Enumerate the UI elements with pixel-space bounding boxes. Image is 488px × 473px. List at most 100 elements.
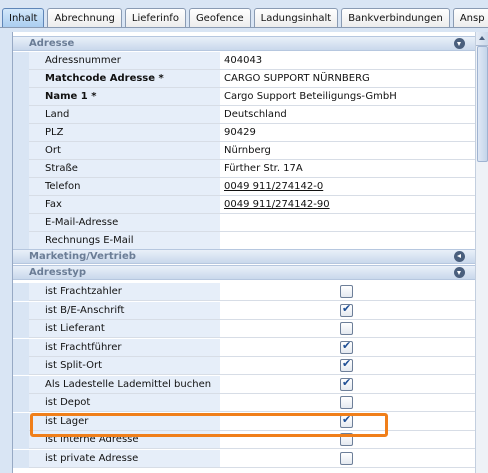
field-label: ist Frachtzahler (29, 283, 236, 300)
field-label: ist B/E-Anschrift (29, 301, 236, 319)
row-gutter (13, 338, 29, 357)
address-row: Name 1 * Cargo Support Beteiligungs-GmbH (13, 88, 476, 106)
checkbox[interactable] (340, 396, 353, 409)
field-label: Land (29, 106, 236, 123)
field-label: Rechnungs E-Mail (29, 232, 236, 249)
row-gutter (13, 449, 29, 468)
adresstyp-row: Als Ladestelle Lademittel buchen (13, 375, 476, 394)
adresstyp-row: ist Frachtführer (13, 338, 476, 357)
adresstyp-row: ist B/E-Anschrift (13, 301, 476, 320)
tab-ladungsinhalt[interactable]: Ladungsinhalt (253, 8, 339, 28)
address-row: Telefon 0049 911/274142-0 (13, 178, 476, 196)
tab-ansprechpartner[interactable]: Ansp (452, 8, 488, 28)
row-gutter (13, 431, 29, 449)
row-gutter (13, 178, 29, 196)
property-grid: Adresse Adressnummer 404043 Matchcode Adre… (12, 32, 476, 473)
checkbox[interactable] (340, 451, 353, 465)
checkbox[interactable] (340, 357, 353, 372)
row-gutter (13, 124, 29, 142)
row-gutter (13, 357, 29, 375)
field-label: E-Mail-Adresse (29, 214, 236, 231)
field-label: Ort (29, 142, 236, 159)
field-label: PLZ (29, 124, 236, 141)
row-gutter (13, 412, 29, 431)
adresstyp-row: ist private Adresse (13, 449, 476, 468)
row-gutter (13, 214, 29, 232)
row-gutter (13, 301, 29, 320)
section-title-adresstyp: Adresstyp (29, 267, 86, 278)
field-label: Adressnummer (29, 52, 236, 69)
address-row: PLZ 90429 (13, 124, 476, 142)
address-row: Fax 0049 911/274142-90 (13, 196, 476, 214)
scroll-up-arrow-icon[interactable] (476, 32, 488, 46)
field-value[interactable]: Fürther Str. 17A (220, 160, 476, 177)
row-gutter (13, 320, 29, 338)
field-value[interactable]: 0049 911/274142-90 (220, 196, 476, 213)
address-row: Adressnummer 404043 (13, 52, 476, 70)
address-row: Land Deutschland (13, 106, 476, 124)
field-value[interactable] (220, 232, 476, 249)
tab-geofence[interactable]: Geofence (188, 8, 251, 28)
row-gutter (13, 88, 29, 106)
row-gutter (13, 160, 29, 178)
field-value[interactable]: Nürnberg (220, 142, 476, 159)
field-label: ist Lieferant (29, 320, 236, 337)
tab-bankverbindungen[interactable]: Bankverbindungen (341, 8, 450, 28)
checkbox[interactable] (340, 339, 353, 354)
section-adresse[interactable]: Adresse (13, 36, 476, 51)
field-label: ist private Adresse (29, 449, 236, 467)
field-value[interactable]: 0049 911/274142-0 (220, 178, 476, 195)
chevron-left-circle-icon[interactable] (454, 251, 465, 262)
field-label: ist Split-Ort (29, 357, 236, 374)
address-row: Straße Fürther Str. 17A (13, 160, 476, 178)
row-gutter (13, 70, 29, 88)
row-gutter (13, 52, 29, 70)
section-marketing[interactable]: Marketing/Vertrieb (13, 249, 476, 264)
section-title-adresse: Adresse (29, 38, 75, 49)
row-gutter (13, 232, 29, 250)
field-label: Fax (29, 196, 236, 213)
field-label: ist Depot (29, 394, 236, 411)
field-value[interactable] (220, 214, 476, 231)
field-value[interactable]: Cargo Support Beteiligungs-GmbH (220, 88, 476, 105)
row-gutter (13, 394, 29, 412)
checkbox[interactable] (340, 322, 353, 335)
row-gutter (13, 142, 29, 160)
tab-bar: Inhalt Abrechnung Lieferinfo Geofence La… (0, 0, 488, 30)
tab-lieferinfo[interactable]: Lieferinfo (124, 8, 186, 28)
checkbox[interactable] (340, 285, 353, 298)
vertical-scrollbar[interactable] (475, 32, 488, 473)
adresstyp-row: ist Lieferant (13, 320, 476, 338)
row-gutter (13, 106, 29, 124)
field-label: Straße (29, 160, 236, 177)
row-gutter (13, 196, 29, 214)
address-row: E-Mail-Adresse (13, 214, 476, 232)
tab-list: Inhalt Abrechnung Lieferinfo Geofence La… (2, 8, 488, 28)
address-row: Ort Nürnberg (13, 142, 476, 160)
row-gutter (13, 375, 29, 394)
section-adresstyp[interactable]: Adresstyp (13, 265, 476, 280)
chevron-down-circle-icon[interactable] (454, 267, 465, 278)
field-label: Als Ladestelle Lademittel buchen (29, 375, 236, 393)
adresstyp-row: ist Frachtzahler (13, 283, 476, 301)
adresstyp-row: ist Depot (13, 394, 476, 412)
field-label: Matchcode Adresse * (29, 70, 236, 87)
field-value[interactable]: Deutschland (220, 106, 476, 123)
field-value[interactable]: 404043 (220, 52, 476, 69)
tab-inhalt[interactable]: Inhalt (2, 8, 45, 28)
tab-abrechnung[interactable]: Abrechnung (47, 8, 122, 28)
checkbox[interactable] (340, 376, 353, 391)
field-label: Name 1 * (29, 88, 236, 105)
section-title-marketing: Marketing/Vertrieb (29, 251, 136, 262)
scroll-thumb[interactable] (477, 46, 488, 162)
field-value[interactable]: CARGO SUPPORT NÜRNBERG (220, 70, 476, 87)
field-label: ist Frachtführer (29, 338, 236, 356)
row-gutter (13, 283, 29, 301)
chevron-down-circle-icon[interactable] (454, 38, 465, 49)
address-row: Rechnungs E-Mail (13, 232, 476, 250)
field-label: Telefon (29, 178, 236, 195)
tab-divider (0, 27, 488, 28)
field-value[interactable]: 90429 (220, 124, 476, 141)
checkbox[interactable] (340, 302, 353, 317)
address-row: Matchcode Adresse * CARGO SUPPORT NÜRNBER… (13, 70, 476, 88)
